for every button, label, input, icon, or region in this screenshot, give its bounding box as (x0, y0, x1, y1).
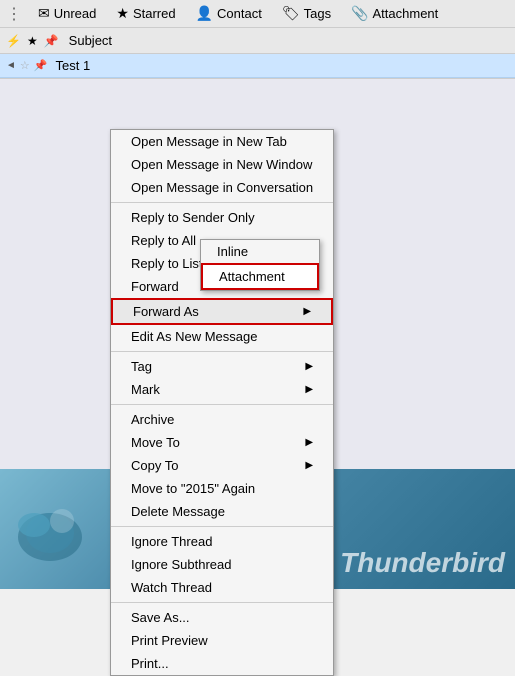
menu-move-to[interactable]: Move To ▶ (111, 431, 333, 454)
unread-icon: ✉ (38, 5, 50, 22)
mark-arrow: ▶ (305, 384, 313, 395)
separator-4 (111, 526, 333, 527)
menu-print-preview[interactable]: Print Preview (111, 629, 333, 652)
toolbar-contact-label: Contact (217, 6, 262, 21)
email-list: ◄ ☆ 📌 Test 1 (0, 54, 515, 79)
menu-delete-message[interactable]: Delete Message (111, 500, 333, 523)
menu-watch-thread[interactable]: Watch Thread (111, 576, 333, 599)
toolbar-unread[interactable]: ✉ Unread (34, 3, 100, 24)
menu-forward-as[interactable]: Forward As ▶ (111, 298, 333, 325)
menu-print[interactable]: Print... (111, 652, 333, 675)
content-area: Open Message in New Tab Open Message in … (0, 79, 515, 589)
subject-column-header[interactable]: Subject (69, 33, 112, 48)
toolbar-attachment[interactable]: 📎 Attachment (347, 3, 442, 24)
forward-as-submenu: Inline Attachment (200, 239, 320, 291)
copy-to-arrow: ▶ (305, 460, 313, 471)
menu-ignore-thread[interactable]: Ignore Thread (111, 530, 333, 553)
toolbar-tags[interactable]: 🏷 Tags (278, 3, 335, 24)
email-row[interactable]: ◄ ☆ 📌 Test 1 (0, 54, 515, 78)
move-to-arrow: ▶ (305, 437, 313, 448)
menu-open-conversation[interactable]: Open Message in Conversation (111, 176, 333, 199)
menu-archive[interactable]: Archive (111, 408, 333, 431)
reply-arrow-icon: ◄ (6, 60, 16, 71)
bird-logo (10, 489, 90, 569)
menu-copy-to[interactable]: Copy To ▶ (111, 454, 333, 477)
toolbar-starred-label: Starred (133, 6, 176, 21)
column-headers: ⚡ ★ 📌 Subject (0, 28, 515, 54)
col-icon-3: 📌 (44, 34, 59, 48)
email-attach-icon: 📌 (34, 59, 48, 72)
email-row-icons: ◄ ☆ 📌 (6, 59, 47, 72)
forward-as-arrow: ▶ (303, 306, 311, 317)
menu-mark[interactable]: Mark ▶ (111, 378, 333, 401)
separator-5 (111, 602, 333, 603)
email-subject: Test 1 (55, 58, 90, 73)
col-icon-2: ★ (27, 34, 38, 48)
separator-2 (111, 351, 333, 352)
menu-tag[interactable]: Tag ▶ (111, 355, 333, 378)
context-menu: Open Message in New Tab Open Message in … (110, 129, 334, 676)
submenu-inline[interactable]: Inline (201, 240, 319, 263)
toolbar-unread-label: Unread (54, 6, 97, 21)
menu-open-new-tab[interactable]: Open Message in New Tab (111, 130, 333, 153)
menu-ignore-subthread[interactable]: Ignore Subthread (111, 553, 333, 576)
attachment-icon: 📎 (351, 5, 368, 22)
toolbar-separator-icon: ⋮ (6, 4, 22, 24)
email-star-icon: ☆ (20, 59, 30, 72)
col-icon-1: ⚡ (6, 34, 21, 48)
toolbar-starred[interactable]: ★ Starred (112, 3, 179, 24)
menu-reply-sender[interactable]: Reply to Sender Only (111, 206, 333, 229)
toolbar-tags-label: Tags (304, 6, 331, 21)
tags-icon: 🏷 (282, 5, 300, 22)
toolbar-attachment-label: Attachment (373, 6, 439, 21)
toolbar-contact[interactable]: 👤 Contact (192, 3, 266, 24)
main-toolbar: ⋮ ✉ Unread ★ Starred 👤 Contact 🏷 Tags 📎 … (0, 0, 515, 28)
menu-open-new-window[interactable]: Open Message in New Window (111, 153, 333, 176)
tag-arrow: ▶ (305, 361, 313, 372)
column-header-icons: ⚡ ★ 📌 (6, 34, 59, 48)
separator-1 (111, 202, 333, 203)
submenu-attachment[interactable]: Attachment (201, 263, 319, 290)
contact-icon: 👤 (196, 5, 213, 22)
menu-save-as[interactable]: Save As... (111, 606, 333, 629)
star-icon: ★ (116, 5, 129, 22)
separator-3 (111, 404, 333, 405)
menu-edit-new-message[interactable]: Edit As New Message (111, 325, 333, 348)
menu-move-again[interactable]: Move to "2015" Again (111, 477, 333, 500)
thunderbird-brand-text: Thunderbird (340, 547, 505, 579)
